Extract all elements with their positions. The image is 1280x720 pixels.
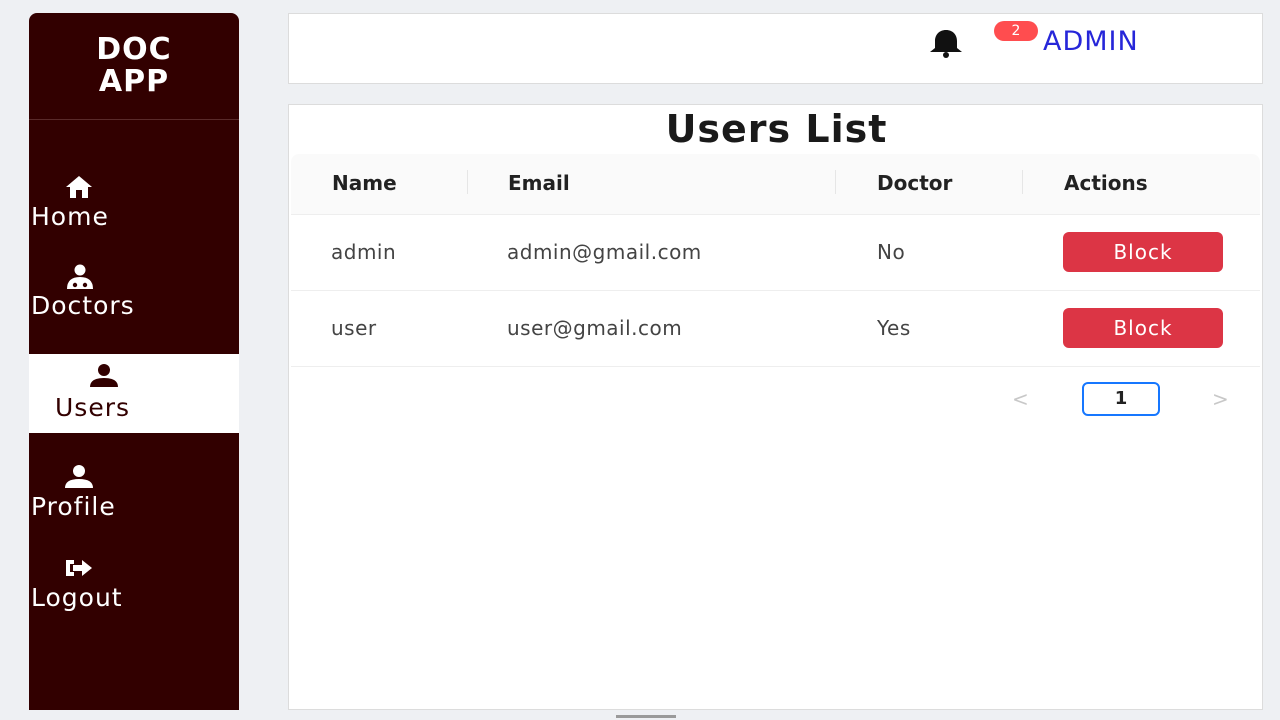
app-logo: DOC APP: [29, 13, 239, 120]
table-row: user user@gmail.com Yes Block: [291, 290, 1260, 367]
logo-line-1: DOC: [96, 32, 172, 67]
sidebar-item-users[interactable]: Users: [29, 354, 239, 433]
pagination-next[interactable]: >: [1212, 387, 1229, 411]
sidebar-item-label: Home: [31, 202, 109, 231]
cell-name: admin: [331, 240, 397, 264]
cell-email: admin@gmail.com: [507, 240, 702, 264]
sidebar: DOC APP Home Doctors Users Profile Logou…: [29, 13, 239, 710]
scrollbar-handle[interactable]: [616, 715, 676, 718]
user-icon: [64, 465, 94, 493]
cell-email: user@gmail.com: [507, 316, 683, 340]
sidebar-item-profile[interactable]: Profile: [29, 463, 239, 543]
cell-name: user: [331, 316, 377, 340]
admin-profile-link[interactable]: ADMIN: [1043, 26, 1139, 57]
pagination-prev[interactable]: <: [1012, 387, 1029, 411]
sidebar-item-label: Users: [55, 393, 131, 422]
column-header-doctor: Doctor: [877, 171, 953, 195]
logout-icon: [64, 557, 94, 583]
users-panel: Users List Name Email Doctor Actions adm…: [288, 104, 1263, 710]
pagination-page-1[interactable]: 1: [1082, 382, 1160, 416]
sidebar-item-home[interactable]: Home: [29, 166, 239, 246]
sidebar-item-label: Profile: [31, 492, 116, 521]
user-icon: [89, 364, 119, 392]
cell-doctor: Yes: [877, 316, 911, 340]
home-icon: [65, 175, 93, 203]
sidebar-item-label: Logout: [31, 583, 123, 612]
table-header: Name Email Doctor Actions: [291, 154, 1260, 215]
doctor-icon: [63, 264, 97, 294]
table-row: admin admin@gmail.com No Block: [291, 214, 1260, 291]
bell-icon[interactable]: [925, 28, 967, 62]
block-button[interactable]: Block: [1063, 308, 1223, 348]
notification-badge: 2: [994, 21, 1038, 41]
logo-line-2: APP: [98, 64, 170, 99]
sidebar-item-logout[interactable]: Logout: [29, 555, 239, 635]
block-button[interactable]: Block: [1063, 232, 1223, 272]
top-header: 2 ADMIN: [288, 13, 1263, 84]
column-header-name: Name: [332, 171, 397, 195]
page-title: Users List: [665, 107, 888, 151]
column-header-email: Email: [508, 171, 570, 195]
column-divider: [1022, 170, 1023, 194]
sidebar-item-label: Doctors: [31, 291, 135, 320]
sidebar-item-doctors[interactable]: Doctors: [29, 263, 239, 343]
column-divider: [835, 170, 836, 194]
column-header-actions: Actions: [1064, 171, 1148, 195]
column-divider: [467, 170, 468, 194]
cell-doctor: No: [877, 240, 906, 264]
